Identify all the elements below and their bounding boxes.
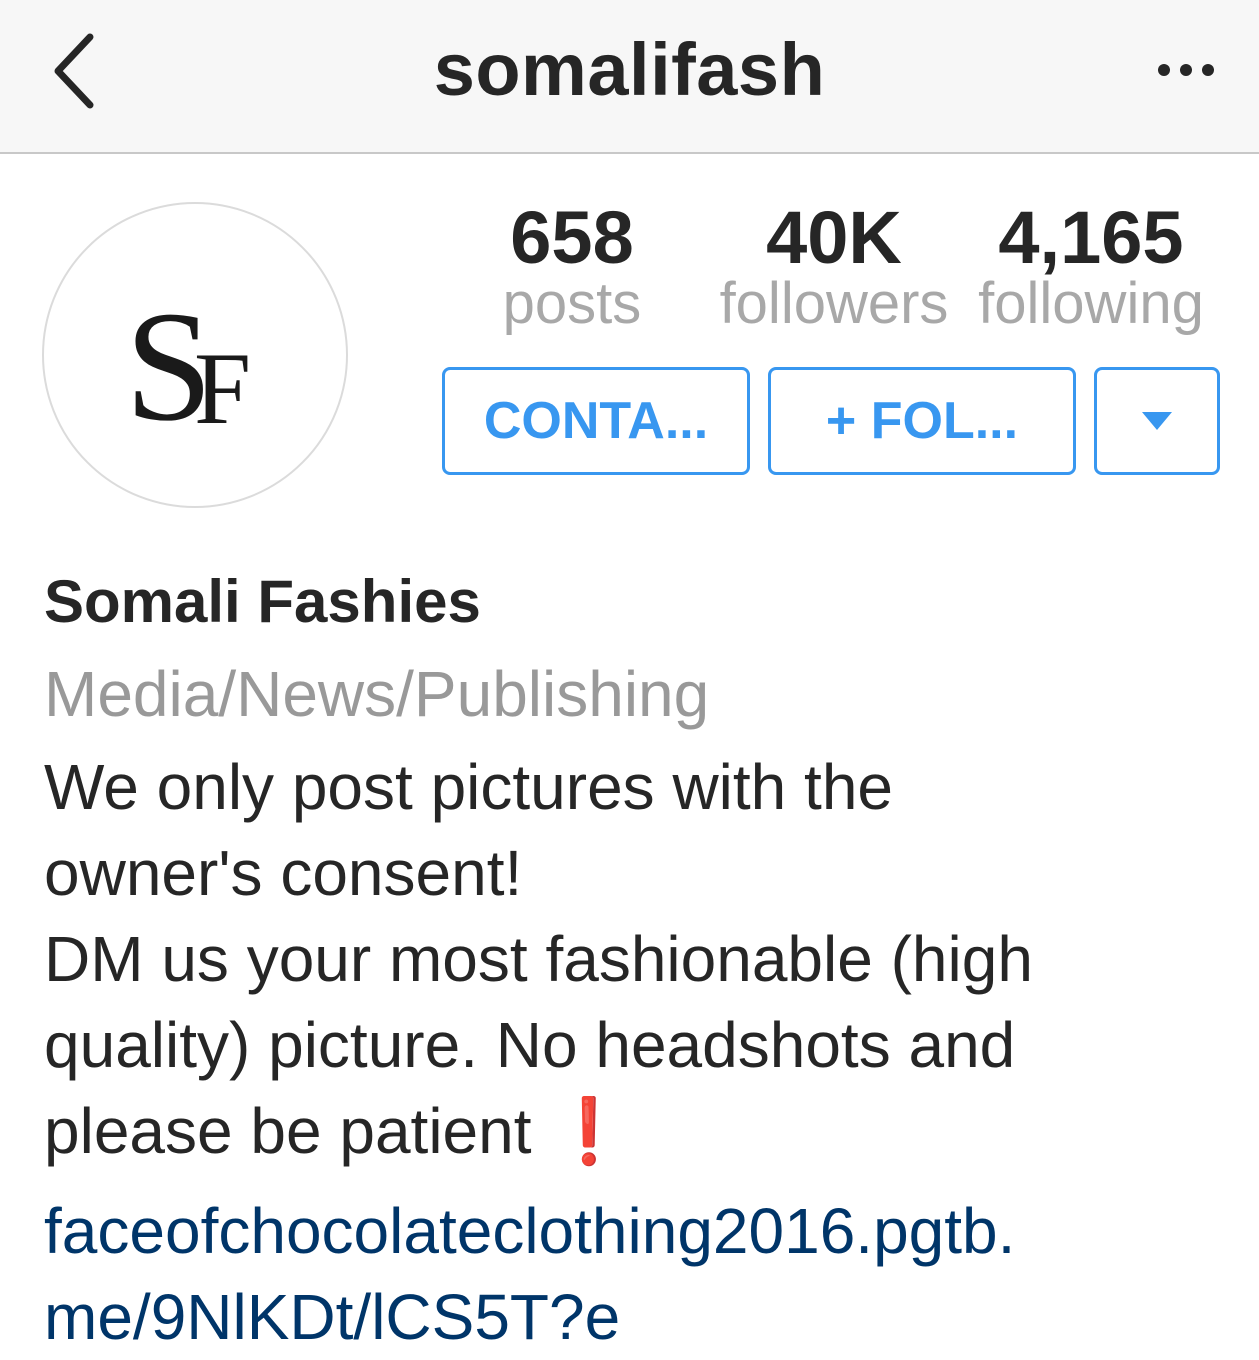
followers-label: followers	[719, 271, 949, 336]
followers-count: 40K	[766, 196, 902, 279]
bio-line: owner's consent!	[44, 837, 523, 909]
bio-line-text: please be patient	[44, 1095, 532, 1167]
posts-stat[interactable]: 658 posts	[492, 196, 652, 334]
profile-name: Somali Fashies	[44, 568, 481, 635]
more-horizontal-icon	[1158, 64, 1214, 76]
bio-line: DM us your most fashionable (high	[44, 923, 1033, 995]
followers-stat[interactable]: 40K followers	[704, 196, 964, 334]
logo-letter-f: F	[194, 333, 251, 446]
posts-count: 658	[510, 196, 634, 279]
profile-category: Media/News/Publishing	[44, 658, 710, 730]
suggested-dropdown-button[interactable]	[1094, 367, 1220, 475]
website-link-line[interactable]: faceofchocolateclothing2016.pgtb.	[44, 1188, 1234, 1274]
posts-label: posts	[502, 271, 642, 336]
following-label: following	[978, 271, 1204, 336]
website-link[interactable]: faceofchocolateclothing2016.pgtb. me/9Nl…	[44, 1188, 1234, 1360]
bio-line-last: please be patient ❗	[44, 1088, 1234, 1174]
brand-logo: S F	[125, 279, 251, 454]
bio-line: quality) picture. No headshots and	[44, 1009, 1016, 1081]
following-stat[interactable]: 4,165 following	[962, 196, 1220, 334]
bio-line: We only post pictures with the	[44, 751, 893, 823]
contact-button[interactable]: CONTA...	[442, 367, 750, 475]
profile-avatar[interactable]: S F	[42, 202, 348, 508]
more-options-button[interactable]	[1151, 40, 1221, 100]
exclamation-emoji-icon: ❗	[549, 1095, 629, 1167]
top-navigation-bar: somalifash	[0, 0, 1259, 154]
page-title: somalifash	[433, 28, 826, 111]
bio-text: We only post pictures with the owner's c…	[44, 744, 1234, 1174]
following-count: 4,165	[998, 196, 1184, 279]
follow-button[interactable]: + FOL...	[768, 367, 1076, 475]
caret-down-icon	[1142, 412, 1172, 430]
website-link-line[interactable]: me/9NlKDt/lCS5T?e	[44, 1274, 1234, 1360]
